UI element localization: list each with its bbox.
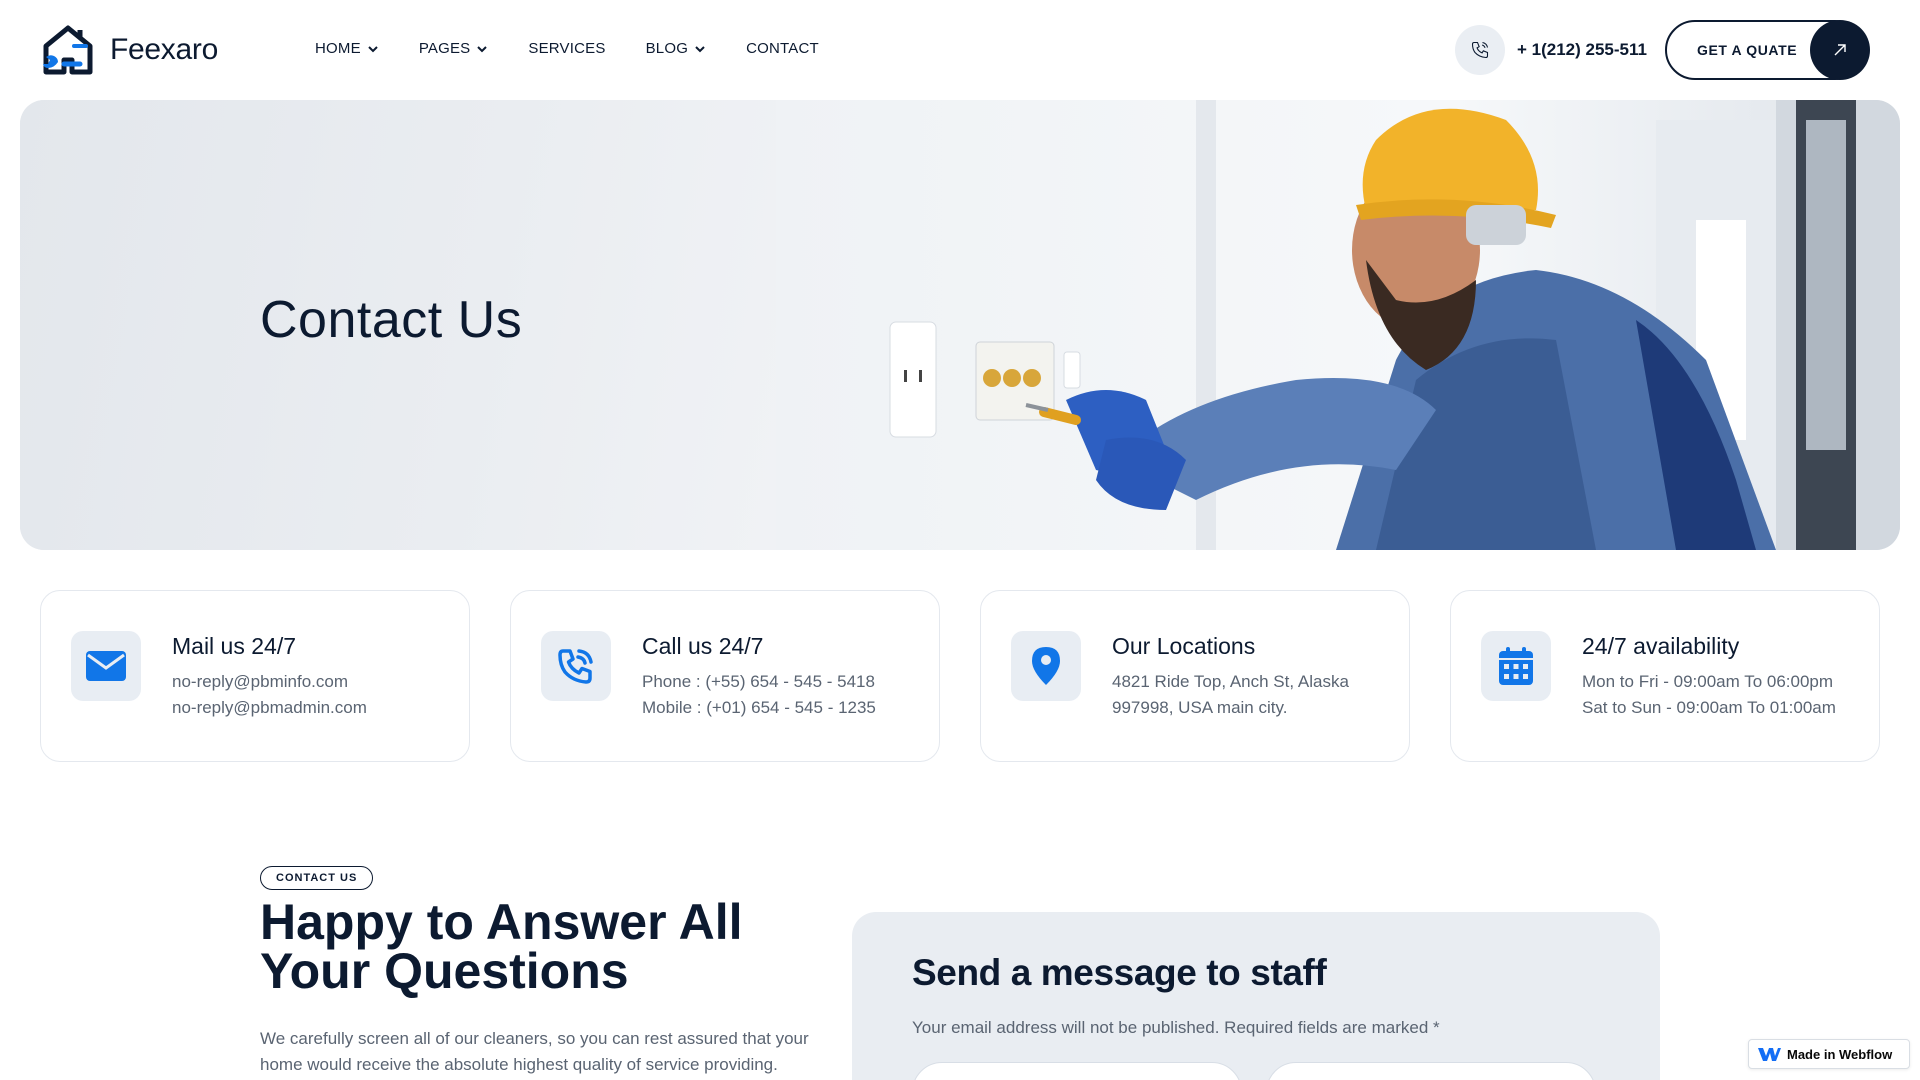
form-title: Send a message to staff: [912, 952, 1327, 993]
main-nav: HOME PAGES SERVICES BLOG CONTACT: [315, 40, 859, 57]
card-address-1: 4821 Ride Top, Anch St, Alaska: [1112, 672, 1349, 691]
card-hours-weekday: Mon to Fri - 09:00am To 06:00pm: [1582, 672, 1834, 691]
phone-call-icon: [541, 631, 611, 701]
nav-item-services[interactable]: SERVICES: [528, 40, 605, 57]
arrow-up-right-icon[interactable]: [1810, 20, 1870, 80]
electrician-hero-image: [776, 100, 1900, 550]
badge-label: Made in Webflow: [1787, 1046, 1893, 1062]
card-mobile[interactable]: Mobile : (+01) 654 - 545 - 1235: [642, 698, 876, 718]
page-title: Contact Us: [260, 291, 523, 349]
arrow-glyph: [1834, 44, 1846, 56]
location-pin-glyph: [1032, 647, 1060, 685]
phone-icon: [1471, 41, 1489, 59]
card-availability: 24/7 availability Mon to Fri - 09:00am T…: [1450, 590, 1880, 762]
nav-item-label: BLOG: [645, 40, 689, 57]
section-tag: CONTACT US: [260, 866, 374, 890]
name-field[interactable]: [912, 1062, 1242, 1080]
nav-item-label: HOME: [315, 40, 361, 57]
location-pin-icon: [1011, 631, 1081, 701]
card-phone[interactable]: Phone : (+55) 654 - 545 - 5418: [642, 672, 875, 692]
nav-item-home[interactable]: HOME: [315, 40, 379, 57]
section-body: We carefully screen all of our cleaners,…: [260, 1029, 809, 1074]
nav-item-label: PAGES: [418, 40, 471, 57]
calendar-icon: [1481, 631, 1551, 701]
header-phone[interactable]: + 1(212) 255-511: [1455, 25, 1647, 75]
brand-name: Feexaro: [110, 33, 218, 66]
section-heading: Happy to Answer All Your Questions: [260, 894, 743, 999]
nav-item-contact[interactable]: CONTACT: [746, 40, 819, 57]
house-wrench-logo-icon: [43, 25, 93, 75]
phone-call-glyph: [558, 649, 593, 684]
site-header: Feexaro HOME PAGES SERVICES BLOG CONTACT: [0, 0, 1920, 100]
logo[interactable]: Feexaro: [40, 24, 218, 76]
webflow-logo-icon: [1758, 1048, 1781, 1061]
card-call: Call us 24/7 Phone : (+55) 654 - 545 - 5…: [510, 590, 940, 762]
chevron-down-icon: [477, 45, 488, 52]
calendar-glyph: [1499, 647, 1533, 685]
chevron-down-icon: [368, 45, 378, 52]
hero-banner: Contact Us: [20, 100, 1900, 550]
chevron-down-icon: [695, 45, 705, 52]
card-title: Our Locations: [1112, 633, 1256, 659]
card-title: Call us 24/7: [642, 633, 764, 659]
card-email-1[interactable]: no-reply@pbminfo.com: [172, 672, 348, 692]
nav-item-blog[interactable]: BLOG: [646, 40, 706, 57]
email-field[interactable]: [1266, 1062, 1596, 1080]
card-title: 24/7 availability: [1582, 633, 1740, 659]
contact-form-panel: Send a message to staff Your email addre…: [852, 912, 1660, 1080]
header-phone-number: + 1(212) 255-511: [1517, 40, 1647, 59]
contact-info-cards: Mail us 24/7 no-reply@pbminfo.com no-rep…: [40, 590, 1880, 762]
card-title: Mail us 24/7: [172, 633, 297, 659]
nav-item-pages[interactable]: PAGES: [419, 40, 489, 57]
phone-icon-circle: [1455, 25, 1505, 75]
card-mail: Mail us 24/7 no-reply@pbminfo.com no-rep…: [40, 590, 470, 762]
mail-icon: [71, 631, 141, 701]
nav-item-label: CONTACT: [746, 40, 819, 57]
mail-glyph: [86, 651, 126, 681]
nav-item-label: SERVICES: [528, 40, 606, 57]
card-locations: Our Locations 4821 Ride Top, Anch St, Al…: [980, 590, 1410, 762]
card-hours-weekend: Sat to Sun - 09:00am To 01:00am: [1582, 698, 1836, 717]
card-address-2: 997998, USA main city.: [1112, 698, 1288, 717]
card-email-2[interactable]: no-reply@pbmadmin.com: [172, 698, 367, 718]
made-in-webflow-badge[interactable]: Made in Webflow: [1748, 1039, 1910, 1069]
form-subtitle: Your email address will not be published…: [912, 1018, 1440, 1037]
